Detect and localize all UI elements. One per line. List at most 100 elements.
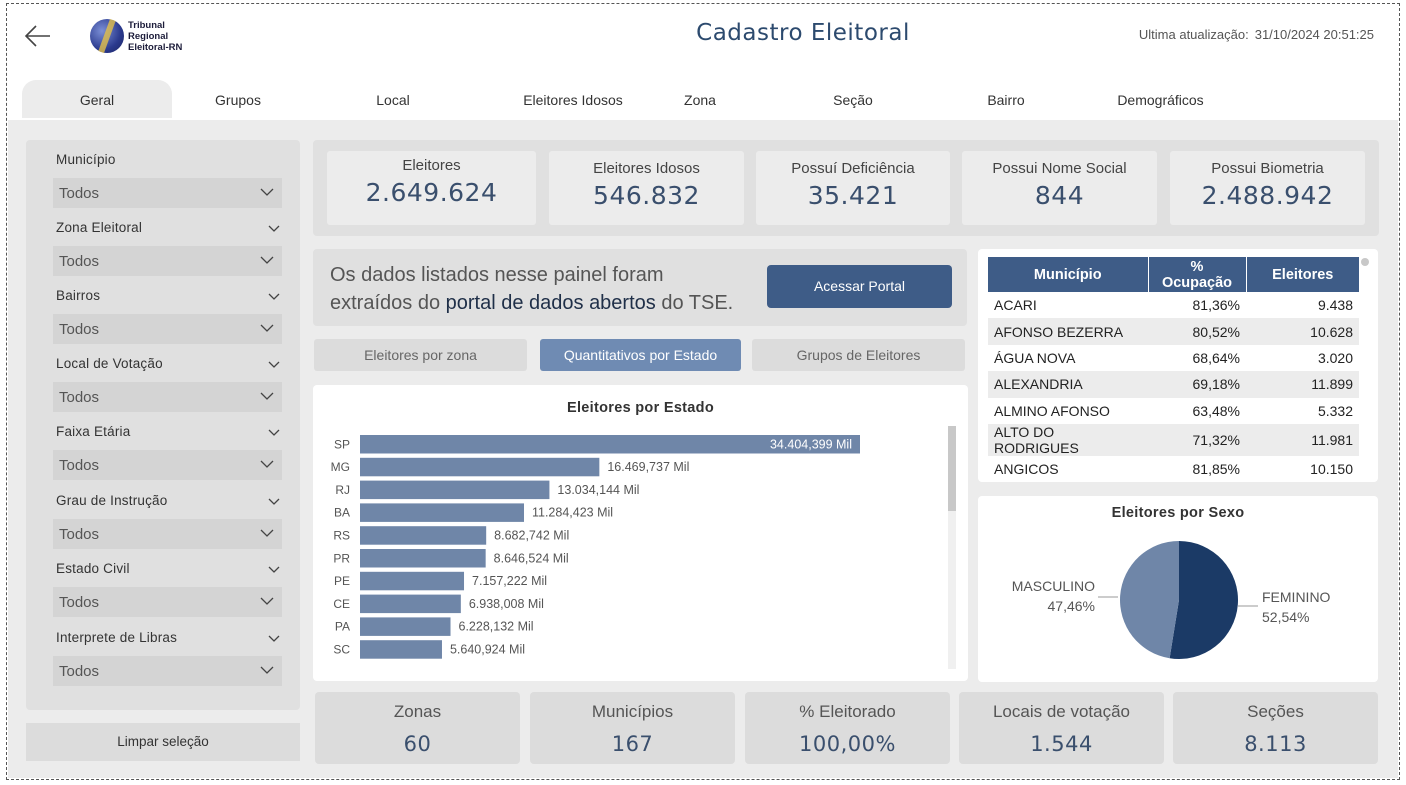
filter-dropdown[interactable]: Todos — [53, 382, 282, 412]
filter-dropdown[interactable]: Todos — [53, 656, 282, 686]
kpi-label: Possuí Deficiência — [791, 160, 915, 177]
kpi-municipios: Municípios 167 — [530, 692, 735, 764]
bar-pe[interactable] — [360, 571, 465, 591]
cell-ocupacao: 63,48% — [1192, 402, 1240, 419]
table-scrollbar[interactable] — [1361, 258, 1369, 266]
bar-data-label: 7.157,222 Mil — [472, 574, 547, 588]
table-row[interactable]: ALTO DO RODRIGUES 71,32% 11.981 — [988, 423, 1359, 456]
toggle-quantitativos-por-estado[interactable]: Quantitativos por Estado — [540, 339, 741, 371]
tab-zona[interactable]: Zona — [663, 80, 737, 118]
bar-pr[interactable] — [360, 549, 486, 568]
tab-geral[interactable]: Geral — [22, 80, 172, 118]
filter-dropdown[interactable]: Todos — [53, 178, 282, 208]
kpi-label: Eleitores — [402, 157, 461, 174]
collapse-chevron-icon[interactable] — [268, 632, 280, 644]
pie-slice-feminino[interactable] — [1169, 541, 1238, 659]
filter-dropdown[interactable]: Todos — [53, 246, 282, 276]
bar-category-label: BA — [334, 506, 350, 520]
bar-data-label: 16.469,737 Mil — [607, 460, 689, 474]
bar-ce[interactable] — [360, 594, 461, 614]
filter-dropdown[interactable]: Todos — [53, 314, 282, 344]
table-row[interactable]: ALEXANDRIA 69,18% 11.899 — [988, 371, 1359, 398]
cell-municipio: ALTO DO RODRIGUES — [988, 423, 1148, 456]
dropdown-value: Todos — [59, 389, 100, 406]
collapse-chevron-icon[interactable] — [268, 563, 280, 575]
collapse-chevron-icon[interactable] — [268, 426, 280, 438]
bar-chart: SP 34.404,399 Mil MG 16.469,737 Mil RJ 13.034… — [331, 435, 860, 659]
collapse-chevron-icon[interactable] — [268, 358, 280, 370]
pie-label-masculino: MASCULINO 47,46% — [1011, 578, 1095, 614]
cell-municipio: AFONSO BEZERRA — [988, 318, 1148, 345]
bar-mg[interactable] — [360, 457, 600, 477]
col-header-ocupacao[interactable]: % Ocupação — [1147, 257, 1246, 292]
bar-data-label: 13.034,144 Mil — [557, 483, 639, 497]
filter-dropdown[interactable]: Todos — [53, 587, 282, 617]
table-row[interactable]: AFONSO BEZERRA 80,52% 10.628 — [988, 318, 1359, 345]
collapse-chevron-icon[interactable] — [268, 290, 280, 302]
col-header-eleitores[interactable]: Eleitores — [1245, 257, 1359, 292]
dropdown-value: Todos — [59, 594, 100, 611]
cell-ocupacao: 80,52% — [1148, 318, 1246, 345]
bar-pa[interactable] — [360, 617, 451, 636]
filter-label: Estado Civil — [56, 561, 130, 576]
collapse-chevron-icon[interactable] — [268, 495, 280, 507]
tab-local[interactable]: Local — [348, 80, 438, 118]
tab-demograficos[interactable]: Demográficos — [1098, 80, 1223, 118]
pie-chart-card: Eleitores por Sexo MASCULINO 47,46% FEMI… — [978, 496, 1378, 682]
tab-grupos[interactable]: Grupos — [178, 80, 298, 118]
dropdown-value: Todos — [59, 663, 100, 680]
filter-label: Faixa Etária — [56, 424, 131, 439]
filter-label: Bairros — [56, 288, 101, 303]
bar-sc[interactable] — [360, 640, 442, 659]
pie-slice-masculino[interactable] — [1120, 541, 1179, 659]
access-portal-button[interactable]: Acessar Portal — [767, 265, 952, 308]
dropdown-value: Todos — [59, 457, 100, 474]
bar-chart-card: Eleitores por Estado SP 34.404,399 Mil MG 1… — [313, 385, 968, 681]
bar-rj[interactable] — [360, 480, 550, 500]
toggle-grupos-de-eleitores[interactable]: Grupos de Eleitores — [752, 339, 965, 371]
tab-bairro[interactable]: Bairro — [966, 80, 1046, 118]
chevron-down-icon — [260, 460, 274, 468]
bar-category-label: RJ — [335, 483, 350, 497]
tab-eleitores-idosos[interactable]: Eleitores Idosos — [483, 80, 663, 118]
table-row[interactable]: ANGICOS 81,85% 10.150 — [988, 456, 1359, 482]
chart-scrollbar[interactable] — [948, 426, 956, 511]
chevron-down-icon — [260, 324, 274, 332]
info-text: Os dados listados nesse painel foram ext… — [330, 264, 734, 314]
municipio-table-card: Município % Ocupação Eleitores ACARI 81,3… — [978, 249, 1378, 482]
table-row[interactable]: ALMINO AFONSO 63,48% 5.332 — [988, 398, 1359, 424]
filter-dropdown[interactable]: Todos — [53, 519, 282, 549]
bar-rs[interactable] — [360, 526, 487, 545]
table-row[interactable]: ACARI 81,36% 9.438 — [988, 292, 1359, 318]
table-row[interactable]: ÁGUA NOVA 68,64% 3.020 — [988, 345, 1359, 371]
bar-category-label: RS — [333, 528, 350, 542]
collapse-chevron-icon[interactable] — [268, 222, 280, 234]
toggle-eleitores-por-zona[interactable]: Eleitores por zona — [314, 339, 527, 371]
chevron-down-icon — [260, 597, 274, 605]
kpi-value: 100,00% — [799, 732, 896, 756]
cell-municipio: ANGICOS — [994, 461, 1059, 478]
cell-eleitores: 11.981 — [1246, 423, 1359, 456]
kpi-label: Locais de votação — [992, 702, 1131, 721]
filter-dropdown[interactable]: Todos — [53, 450, 282, 480]
bar-data-label: 6.938,008 Mil — [469, 597, 544, 611]
cell-municipio: ALMINO AFONSO — [994, 402, 1110, 419]
cell-eleitores: 10.628 — [1246, 318, 1359, 345]
open-data-link[interactable]: portal de dados abertos — [446, 292, 656, 314]
clear-selection-button[interactable]: Limpar seleção — [26, 723, 300, 761]
dropdown-value: Todos — [59, 253, 100, 270]
kpi-value: 35.421 — [807, 181, 899, 210]
col-header-municipio[interactable]: Município — [988, 257, 1148, 292]
filter-label: Local de Votação — [56, 356, 163, 371]
bar-category-label: PE — [334, 574, 350, 588]
filter-label: Interprete de Libras — [56, 630, 178, 645]
kpi-label: Zonas — [393, 702, 442, 721]
bar-category-label: PR — [333, 551, 350, 565]
kpi-value: 2.488.942 — [1201, 181, 1334, 210]
dropdown-value: Todos — [59, 526, 100, 543]
bar-ba[interactable] — [360, 503, 524, 522]
kpi-eleitorado: % Eleitorado 100,00% — [745, 692, 950, 764]
tab-secao[interactable]: Seção — [813, 80, 893, 118]
last-update: Ultima atualização: 31/10/2024 20:51:25 — [1139, 27, 1374, 42]
kpi-possui-nome-social: Possui Nome Social 844 — [962, 151, 1157, 225]
